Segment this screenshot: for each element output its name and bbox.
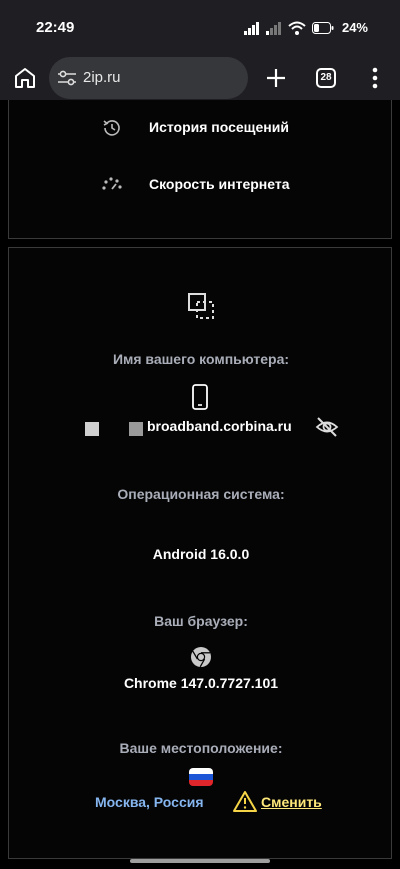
site-settings-icon[interactable]	[58, 70, 76, 86]
more-menu-icon[interactable]	[370, 66, 380, 90]
signal-icon	[243, 21, 259, 35]
chrome-icon	[191, 647, 211, 668]
location-label: Ваше местоположение:	[119, 740, 283, 756]
browser-label: Ваш браузер:	[154, 613, 248, 629]
warning-icon	[233, 791, 257, 812]
menu-item-speedtest[interactable]: Скорость интернета	[9, 168, 393, 200]
hostname-row: broadband.corbina.ru	[9, 412, 393, 442]
location-value: Москва, Россия	[95, 794, 204, 810]
russia-flag-icon	[189, 768, 213, 786]
redaction-block	[129, 422, 143, 436]
home-icon[interactable]	[13, 66, 37, 90]
menu-panel: История посещений Скорость интернета	[8, 100, 392, 239]
os-label: Операционная система:	[117, 486, 285, 502]
url-text: 2ip.ru	[83, 69, 121, 86]
menu-item-label: Скорость интернета	[149, 176, 290, 192]
home-indicator[interactable]	[130, 859, 270, 863]
os-value: Android 16.0.0	[152, 546, 250, 562]
battery-icon	[311, 21, 334, 34]
browser-toolbar: 2ip.ru 28	[0, 56, 400, 100]
browser-value: Chrome 147.0.7727.101	[123, 675, 279, 691]
hostname-value: broadband.corbina.ru	[147, 418, 292, 434]
page-content: История посещений Скорость интернета Имя…	[0, 100, 400, 869]
location-row: Москва, Россия Сменить	[9, 788, 393, 816]
status-icons: 24%	[243, 20, 368, 35]
screen-capture-icon	[188, 293, 214, 319]
computer-name-label: Имя вашего компьютера:	[112, 351, 290, 367]
new-tab-icon[interactable]	[264, 66, 288, 90]
eye-off-icon[interactable]	[315, 415, 339, 439]
phone-icon	[192, 384, 208, 410]
wifi-icon	[288, 21, 306, 35]
redaction-block	[85, 422, 99, 436]
status-bar: 22:49 24%	[0, 0, 400, 56]
menu-item-history[interactable]: История посещений	[9, 111, 393, 143]
change-location-link[interactable]: Сменить	[261, 794, 322, 810]
address-bar[interactable]: 2ip.ru	[49, 57, 248, 99]
tab-switcher-button[interactable]: 28	[316, 68, 336, 88]
menu-item-label: История посещений	[149, 119, 289, 135]
info-panel: Имя вашего компьютера: broadband.corbina…	[8, 247, 392, 859]
status-time: 22:49	[36, 19, 75, 36]
history-icon	[103, 120, 120, 136]
signal-2-icon	[265, 21, 281, 35]
speedometer-icon	[102, 177, 122, 190]
battery-percent: 24%	[341, 20, 368, 35]
